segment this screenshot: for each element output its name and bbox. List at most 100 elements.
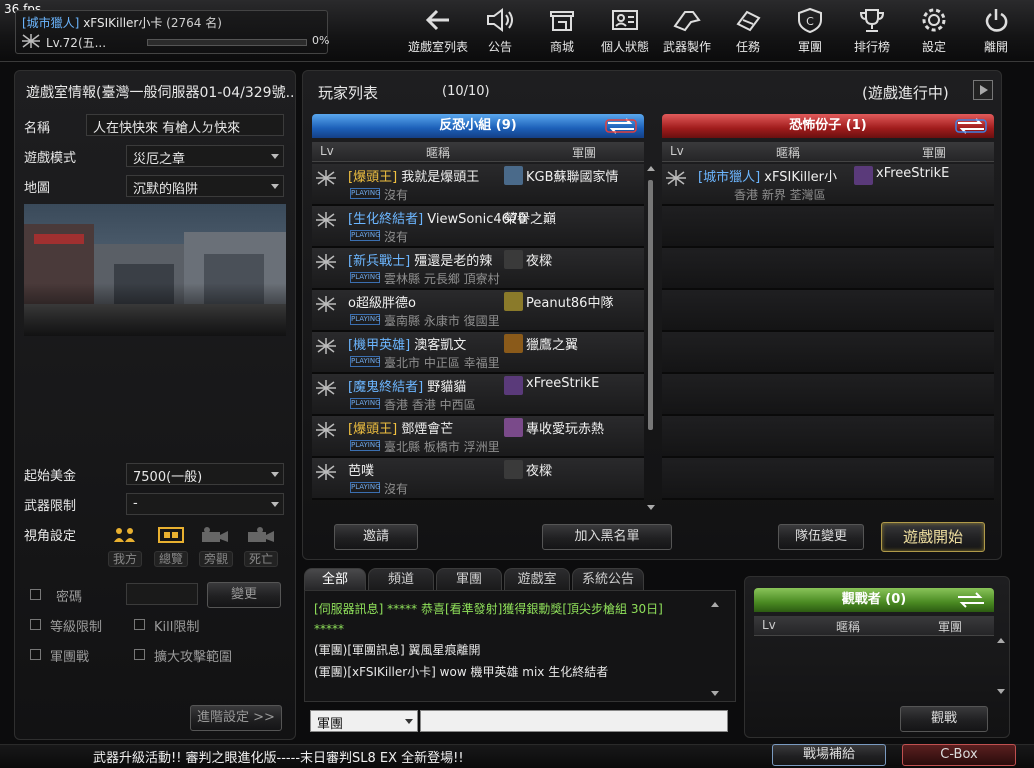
cbox-button[interactable]: C-Box bbox=[902, 744, 1016, 766]
battle-supply-button[interactable]: 戰場補給 bbox=[772, 744, 886, 766]
nav-weapon-craft-button[interactable]: 武器製作 bbox=[659, 6, 715, 56]
player-row[interactable]: 芭噗 夜樑 PLAYING 沒有 bbox=[312, 458, 644, 500]
player-name-line: o超級胖德o bbox=[348, 292, 416, 311]
team-view-icon[interactable] bbox=[110, 526, 140, 544]
chat-tab-room[interactable]: 遊戲室 bbox=[504, 568, 570, 590]
nav-exit-button[interactable]: 離開 bbox=[976, 6, 1016, 56]
clan-war-checkbox[interactable] bbox=[30, 649, 41, 660]
spectator-columns: Lv 暱稱 軍團 bbox=[754, 616, 994, 636]
play-arrow-icon[interactable] bbox=[973, 80, 993, 100]
chat-scrollbar[interactable] bbox=[710, 600, 720, 698]
player-row[interactable]: [城市獵人] xFSIKiller小 xFreeStrikE 香港 新界 荃灣區 bbox=[662, 164, 994, 206]
player-clan: 夜樑 bbox=[526, 254, 553, 269]
spectate-camera-icon[interactable] bbox=[200, 526, 230, 544]
chat-tab-all[interactable]: 全部 bbox=[304, 568, 366, 590]
team-ct-scrollbar[interactable] bbox=[646, 164, 656, 512]
nav-settings-button[interactable]: 設定 bbox=[914, 6, 954, 56]
player-location: 雲林縣 元長鄉 頂寮村 bbox=[384, 272, 500, 286]
advanced-settings-button[interactable]: 進階設定 >> bbox=[190, 705, 282, 731]
scroll-down-icon[interactable] bbox=[711, 691, 719, 696]
player-title: [魔鬼終結者] bbox=[348, 380, 424, 395]
weapon-craft-icon bbox=[673, 11, 701, 32]
player-row[interactable]: [機甲英雄] 澳客凱文 獵鷹之翼 PLAYING 臺北市 中正區 幸福里 bbox=[312, 332, 644, 374]
spectator-swap-icon[interactable] bbox=[954, 591, 988, 609]
chevron-down-icon bbox=[405, 719, 413, 724]
kill-limit-checkbox[interactable] bbox=[134, 619, 145, 630]
svg-text:C: C bbox=[806, 15, 814, 28]
scroll-up-icon[interactable] bbox=[997, 638, 1005, 643]
playing-badge: PLAYING bbox=[350, 482, 381, 493]
playing-badge: PLAYING bbox=[350, 398, 381, 409]
chat-tab-clan[interactable]: 軍團 bbox=[436, 568, 502, 590]
rank-insignia-icon bbox=[316, 254, 336, 270]
weapon-limit-select[interactable]: - bbox=[126, 493, 284, 515]
rank-insignia-icon bbox=[316, 338, 336, 354]
top-bar: 36 fps [城市獵人] xFSIKiller小卡 (2764 名) Lv.7… bbox=[0, 0, 1034, 62]
playing-badge: PLAYING bbox=[350, 230, 381, 241]
nav-profile-button[interactable]: 個人狀態 bbox=[597, 6, 653, 56]
scroll-down-icon[interactable] bbox=[997, 689, 1005, 694]
level-limit-checkbox[interactable] bbox=[30, 619, 41, 630]
password-input[interactable] bbox=[126, 583, 198, 605]
rank-insignia-icon bbox=[316, 464, 336, 480]
game-mode-select[interactable]: 災厄之章 bbox=[126, 145, 284, 167]
overview-icon[interactable] bbox=[156, 526, 186, 544]
player-name: 鄧煙會芒 bbox=[401, 422, 454, 437]
nav-shop-button[interactable]: 商城 bbox=[542, 6, 582, 56]
back-arrow-icon bbox=[425, 9, 449, 31]
player-location: 沒有 bbox=[384, 188, 409, 202]
team-change-button[interactable]: 隊伍變更 bbox=[778, 524, 864, 550]
team-swap-icon[interactable] bbox=[604, 117, 638, 135]
chat-tab-system[interactable]: 系統公告 bbox=[572, 568, 644, 590]
nav-announcement-button[interactable]: 公告 bbox=[480, 6, 520, 56]
password-change-button[interactable]: 變更 bbox=[207, 582, 281, 608]
chat-channel-select[interactable]: 軍團 bbox=[310, 710, 418, 732]
start-game-button[interactable]: 遊戲開始 bbox=[881, 522, 985, 552]
scroll-up-icon[interactable] bbox=[647, 166, 655, 171]
player-row[interactable]: [爆頭王] 我就是爆頭王 KGB蘇聯國家情 PLAYING 沒有 bbox=[312, 164, 644, 206]
game-mode-label: 遊戲模式 bbox=[24, 151, 77, 166]
scroll-down-icon[interactable] bbox=[647, 505, 655, 510]
player-clan: 榮譽之巔 bbox=[504, 212, 557, 227]
playing-badge: PLAYING bbox=[350, 314, 381, 325]
clan-emblem-icon bbox=[504, 334, 523, 353]
nav-room-list-button[interactable]: 遊戲室列表 bbox=[408, 6, 468, 56]
player-location: 香港 香港 中西區 bbox=[384, 398, 476, 412]
nav-clan-button[interactable]: C 軍團 bbox=[790, 6, 830, 56]
col-clan: 軍團 bbox=[938, 620, 963, 634]
nav-ranking-button[interactable]: 排行榜 bbox=[849, 6, 895, 56]
col-nick: 暱稱 bbox=[836, 620, 861, 634]
player-row[interactable]: [新兵戰士] 殭還是老的辣 夜樑 PLAYING 雲林縣 元長鄉 頂寮村 bbox=[312, 248, 644, 290]
player-row[interactable]: o超級胖德o Peanut86中隊 PLAYING 臺南縣 永康市 復國里 bbox=[312, 290, 644, 332]
room-name-field[interactable]: 人在快快來 有槍人ㄉ快來 bbox=[86, 114, 284, 136]
chat-tab-channel[interactable]: 頻道 bbox=[368, 568, 434, 590]
player-name-line: [城市獵人] xFSIKiller小 bbox=[698, 166, 837, 185]
view-team-label: 我方 bbox=[108, 551, 142, 567]
trophy-icon bbox=[859, 9, 885, 32]
player-name-line: [魔鬼終結者] 野貓貓 bbox=[348, 376, 466, 395]
start-money-select[interactable]: 7500(一般) bbox=[126, 463, 284, 485]
chat-input[interactable] bbox=[420, 710, 728, 732]
rank-insignia-icon bbox=[316, 422, 336, 438]
player-row[interactable]: [魔鬼終結者] 野貓貓 xFreeStrikE PLAYING 香港 香港 中西區 bbox=[312, 374, 644, 416]
player-clan: KGB蘇聯國家情 bbox=[526, 170, 619, 185]
death-camera-icon[interactable] bbox=[246, 526, 276, 544]
blacklist-button[interactable]: 加入黑名單 bbox=[542, 524, 672, 550]
player-location: 沒有 bbox=[384, 482, 409, 496]
team-swap-icon[interactable] bbox=[954, 117, 988, 135]
spectate-button[interactable]: 觀戰 bbox=[900, 706, 988, 732]
scroll-thumb[interactable] bbox=[648, 180, 653, 430]
password-checkbox[interactable] bbox=[30, 589, 41, 600]
player-row[interactable]: [爆頭王] 鄧煙會芒 專收愛玩赤熱 PLAYING 臺北縣 板橋市 浮洲里 bbox=[312, 416, 644, 458]
player-location: 臺北市 中正區 幸福里 bbox=[384, 356, 500, 370]
spectator-scrollbar[interactable] bbox=[996, 636, 1006, 696]
scroll-up-icon[interactable] bbox=[711, 602, 719, 607]
expand-attack-checkbox[interactable] bbox=[134, 649, 145, 660]
map-select[interactable]: 沉默的陷阱 bbox=[126, 175, 284, 197]
nav-mission-button[interactable]: 任務 bbox=[728, 6, 768, 56]
player-row[interactable]: [生化終結者] ViewSonic4670 榮譽之巔 PLAYING 沒有 bbox=[312, 206, 644, 248]
player-title: [生化終結者] bbox=[348, 212, 424, 227]
invite-button[interactable]: 邀請 bbox=[334, 524, 418, 550]
room-name-label: 名稱 bbox=[24, 121, 51, 136]
weapon-limit-value: - bbox=[133, 496, 138, 511]
